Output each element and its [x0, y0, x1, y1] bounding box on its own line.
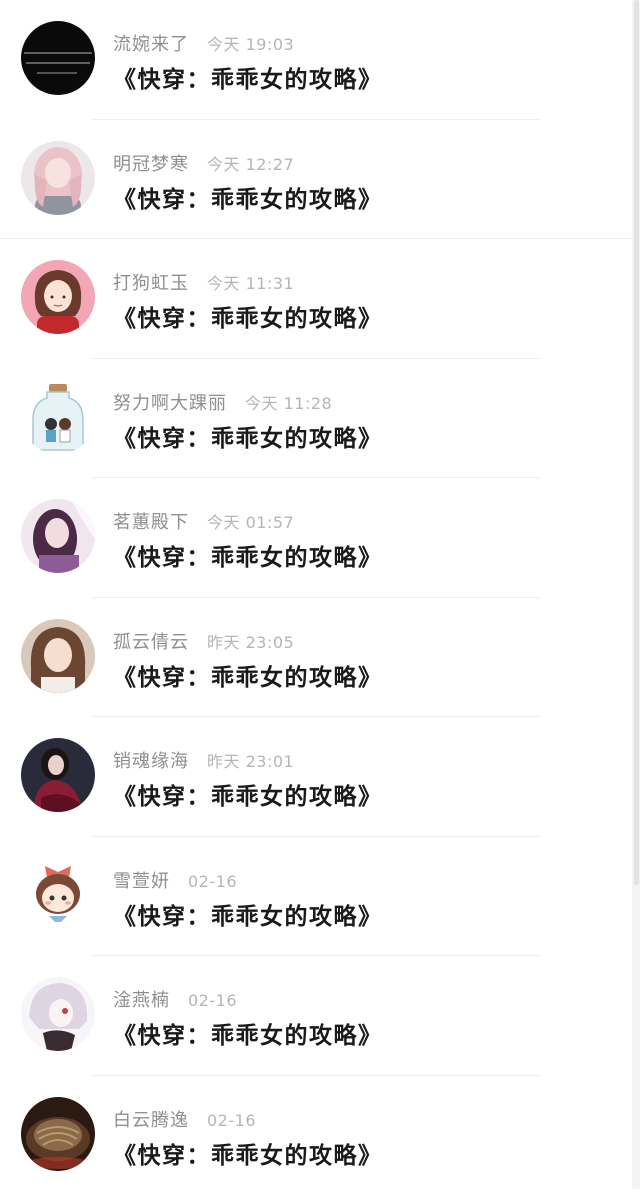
comment-row[interactable]: 努力啊大踝丽 今天 11:28 《快穿：乖乖女的攻略》 — [0, 359, 632, 479]
username[interactable]: 努力啊大踝丽 — [113, 389, 227, 415]
timestamp: 02-16 — [207, 1111, 256, 1130]
comment-row[interactable]: 孤云倩云 昨天 23:05 《快穿：乖乖女的攻略》 — [0, 598, 632, 718]
comment-row[interactable]: 淦燕楠 02-16 《快穿：乖乖女的攻略》 — [0, 956, 632, 1076]
girl-pink-hair-avatar-icon[interactable] — [21, 141, 95, 215]
comment-text: 《快穿：乖乖女的攻略》 — [113, 299, 383, 333]
girl-red-dress-avatar-icon[interactable] — [21, 738, 95, 812]
cartoon-girl-pink-avatar-icon[interactable] — [21, 260, 95, 334]
cartoon-girl-bow-avatar-icon[interactable] — [21, 858, 95, 932]
timestamp: 今天 12:27 — [207, 151, 294, 175]
timestamp: 昨天 23:05 — [207, 629, 294, 653]
bottle-couple-avatar-icon[interactable] — [21, 380, 95, 454]
noodles-food-avatar-icon[interactable] — [21, 1097, 95, 1171]
username[interactable]: 销魂缘海 — [113, 747, 189, 773]
comment-list: 流婉来了 今天 19:03 《快穿：乖乖女的攻略》 明冠梦寒 今天 12:27 … — [0, 0, 632, 1189]
dark-text-avatar-icon[interactable] — [21, 21, 95, 95]
girl-brown-hair-avatar-icon[interactable] — [21, 619, 95, 693]
comment-text: 《快穿：乖乖女的攻略》 — [113, 180, 383, 214]
comment-text: 《快穿：乖乖女的攻略》 — [113, 538, 383, 572]
comment-row[interactable]: 雪萱妍 02-16 《快穿：乖乖女的攻略》 — [0, 837, 632, 957]
comment-row[interactable]: 销魂缘海 昨天 23:01 《快穿：乖乖女的攻略》 — [0, 717, 632, 837]
comment-row[interactable]: 打狗虹玉 今天 11:31 《快穿：乖乖女的攻略》 — [0, 239, 632, 359]
username[interactable]: 茗蕙殿下 — [113, 508, 189, 534]
comment-text: 《快穿：乖乖女的攻略》 — [113, 897, 383, 931]
comment-row[interactable]: 明冠梦寒 今天 12:27 《快穿：乖乖女的攻略》 — [0, 120, 632, 240]
timestamp: 今天 19:03 — [207, 31, 294, 55]
timestamp: 02-16 — [188, 872, 237, 891]
anime-white-hair-avatar-icon[interactable] — [21, 977, 95, 1051]
username[interactable]: 打狗虹玉 — [113, 269, 189, 295]
comment-text: 《快穿：乖乖女的攻略》 — [113, 1136, 383, 1170]
username[interactable]: 淦燕楠 — [113, 986, 170, 1012]
scrollbar-thumb[interactable] — [634, 0, 639, 885]
girl-purple-avatar-icon[interactable] — [21, 499, 95, 573]
username[interactable]: 孤云倩云 — [113, 628, 189, 654]
comment-text: 《快穿：乖乖女的攻略》 — [113, 658, 383, 692]
comment-text: 《快穿：乖乖女的攻略》 — [113, 60, 383, 94]
timestamp: 02-16 — [188, 991, 237, 1010]
username[interactable]: 流婉来了 — [113, 30, 189, 56]
username[interactable]: 白云腾逸 — [113, 1106, 189, 1132]
comment-text: 《快穿：乖乖女的攻略》 — [113, 1016, 383, 1050]
scrollbar[interactable] — [632, 0, 640, 1189]
timestamp: 今天 11:28 — [245, 390, 332, 414]
comment-text: 《快穿：乖乖女的攻略》 — [113, 419, 383, 453]
username[interactable]: 雪萱妍 — [113, 867, 170, 893]
comment-row[interactable]: 流婉来了 今天 19:03 《快穿：乖乖女的攻略》 — [0, 0, 632, 120]
username[interactable]: 明冠梦寒 — [113, 150, 189, 176]
timestamp: 昨天 23:01 — [207, 748, 294, 772]
comment-row[interactable]: 白云腾逸 02-16 《快穿：乖乖女的攻略》 — [0, 1076, 632, 1195]
timestamp: 今天 01:57 — [207, 509, 294, 533]
comment-row[interactable]: 茗蕙殿下 今天 01:57 《快穿：乖乖女的攻略》 — [0, 478, 632, 598]
comment-text: 《快穿：乖乖女的攻略》 — [113, 777, 383, 811]
timestamp: 今天 11:31 — [207, 270, 294, 294]
